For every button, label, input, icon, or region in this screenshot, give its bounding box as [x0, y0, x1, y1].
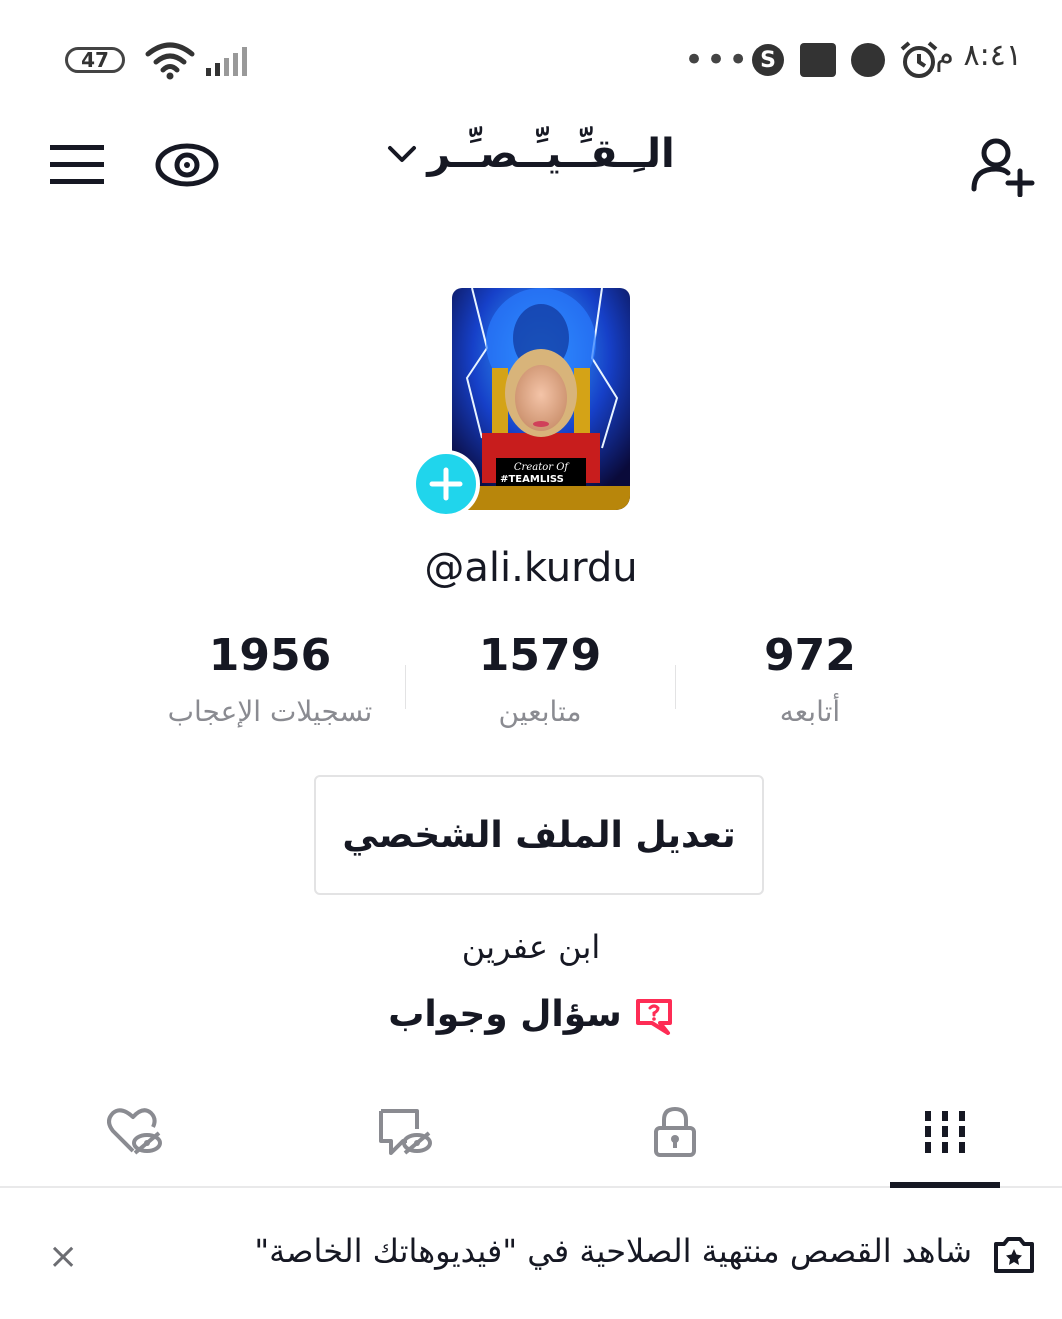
grid-icon	[923, 1111, 967, 1153]
followers-count: 1579	[478, 630, 602, 681]
tab-private[interactable]	[635, 1092, 715, 1172]
battery-indicator: 47	[65, 47, 125, 73]
lock-icon	[654, 1106, 696, 1157]
likes-count: 1956	[208, 630, 332, 681]
edit-profile-button[interactable]: تعديل الملف الشخصي	[314, 775, 764, 895]
record-notification-icon	[851, 43, 885, 77]
following-label: أتابعه	[779, 695, 841, 728]
likes-label: تسجيلات الإعجاب	[167, 695, 373, 728]
status-time: ٨:٤١ م	[935, 38, 1022, 73]
shazam-icon: S	[752, 44, 784, 76]
account-switcher[interactable]: الـِـقـِّـيـِّـصـِّـر	[0, 128, 1062, 177]
active-tab-indicator	[890, 1182, 1000, 1188]
stat-divider	[405, 665, 406, 709]
qa-link[interactable]: سؤال وجواب	[0, 994, 1062, 1035]
wifi-icon	[145, 42, 195, 80]
following-count: 972	[764, 630, 856, 681]
stat-likes[interactable]: 1956 تسجيلات الإعجاب	[140, 630, 400, 728]
bio-text: ابن عفرين	[461, 928, 601, 966]
qa-label: سؤال وجواب	[388, 994, 622, 1035]
repost-hidden-icon	[379, 1109, 432, 1155]
question-bubble-icon	[635, 998, 672, 1035]
close-banner-button[interactable]: ×	[48, 1236, 78, 1277]
alarm-icon	[900, 41, 938, 78]
liked-hidden-icon	[107, 1108, 162, 1155]
more-notifications-icon: •••	[684, 40, 751, 80]
account-name: الـِـقـِّـيـِّـصـِّـر	[427, 131, 675, 177]
add-friend-icon[interactable]	[970, 135, 1036, 197]
story-archive-icon	[994, 1237, 1034, 1273]
add-story-button[interactable]	[412, 450, 480, 518]
stat-followers[interactable]: 1579 متابعين	[410, 630, 670, 728]
avatar-badge-line1: Creator Of	[514, 462, 571, 473]
plus-icon	[429, 467, 463, 501]
username: @ali.kurdu	[424, 545, 638, 591]
stat-following[interactable]: 972 أتابعه	[680, 630, 940, 728]
stat-divider	[675, 665, 676, 709]
tab-videos[interactable]	[905, 1092, 985, 1172]
signal-icon	[206, 47, 247, 76]
tab-liked[interactable]	[95, 1092, 175, 1172]
avatar-badge-line2: #TEAMLISS	[500, 474, 564, 485]
tab-reposts[interactable]	[365, 1092, 445, 1172]
app-notification-icon	[800, 43, 836, 77]
expired-stories-banner[interactable]: شاهد القصص منتهية الصلاحية في "فيديوهاتك…	[254, 1232, 972, 1270]
chevron-down-icon	[388, 146, 417, 162]
followers-label: متابعين	[498, 695, 582, 728]
